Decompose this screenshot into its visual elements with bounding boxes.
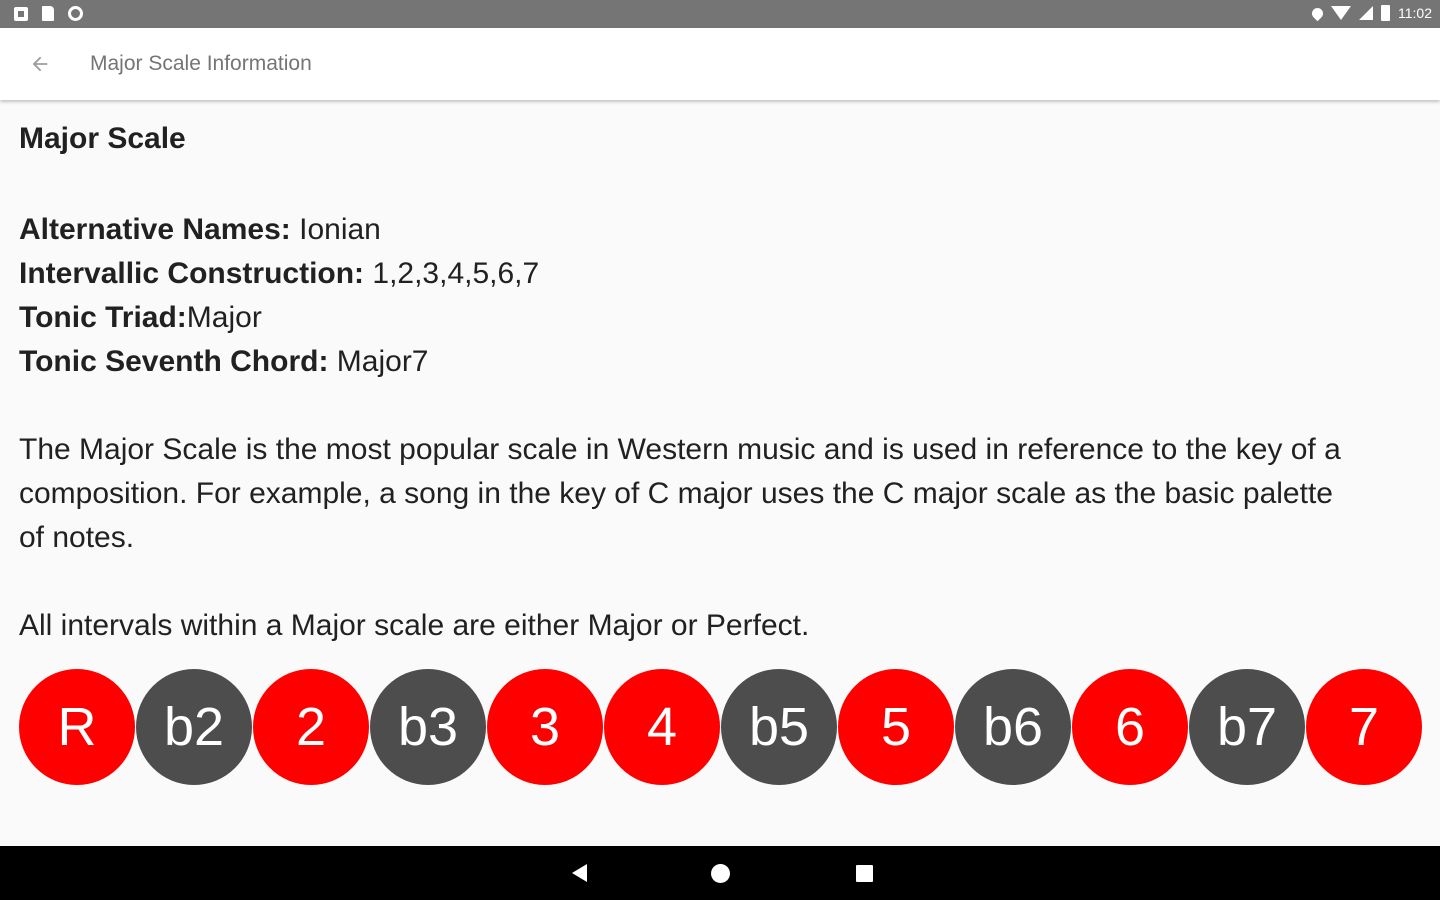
status-left-icons: [14, 6, 83, 21]
interval-circle[interactable]: 7: [1306, 669, 1422, 785]
scale-description: The Major Scale is the most popular scal…: [19, 433, 1341, 554]
location-icon: [1309, 5, 1326, 21]
property-value: 1,2,3,4,5,6,7: [364, 257, 540, 290]
sd-card-icon: [42, 6, 54, 21]
property-value: Major7: [328, 345, 429, 378]
scale-note: All intervals within a Major scale are e…: [19, 609, 810, 642]
property-alternative-names: Alternative Names: Ionian: [19, 210, 539, 254]
interval-circle[interactable]: 5: [838, 669, 954, 785]
nav-back-icon: [571, 864, 587, 882]
property-label: Alternative Names:: [19, 213, 291, 246]
status-time: 11:02: [1398, 5, 1432, 21]
page-title: Major Scale Information: [90, 52, 312, 75]
nav-home-icon: [710, 863, 730, 883]
signal-icon: [1359, 6, 1373, 20]
sync-circle-icon: [68, 6, 83, 21]
nav-recents-icon: [855, 864, 873, 882]
nav-home-button[interactable]: [707, 860, 733, 886]
property-value: Major: [186, 301, 262, 334]
interval-circle[interactable]: b3: [370, 669, 486, 785]
status-bar: 11:02: [0, 0, 1440, 28]
interval-circle[interactable]: 4: [604, 669, 720, 785]
interval-circle[interactable]: b7: [1189, 669, 1305, 785]
property-label: Tonic Triad:: [19, 301, 187, 334]
navigation-bar: [0, 846, 1440, 900]
nav-back-button[interactable]: [566, 860, 592, 886]
arrow-left-icon: [32, 56, 48, 72]
wifi-icon: [1331, 6, 1351, 20]
nav-recents-button[interactable]: [851, 860, 877, 886]
back-button[interactable]: [22, 46, 58, 82]
app-bar: Major Scale Information: [0, 28, 1440, 100]
battery-icon: [1381, 5, 1390, 21]
interval-circle[interactable]: b2: [136, 669, 252, 785]
interval-circle[interactable]: 3: [487, 669, 603, 785]
status-right-icons: 11:02: [1309, 5, 1432, 21]
interval-circle[interactable]: R: [19, 669, 135, 785]
interval-circle[interactable]: b6: [955, 669, 1071, 785]
property-intervallic-construction: Intervallic Construction: 1,2,3,4,5,6,7: [19, 254, 539, 298]
interval-circle[interactable]: 2: [253, 669, 369, 785]
property-value: Ionian: [290, 213, 381, 246]
property-tonic-seventh-chord: Tonic Seventh Chord: Major7: [19, 342, 539, 386]
interval-circles: R b2 2 b3 3 4 b5 5 b6 6 b7 7: [19, 669, 1424, 785]
scale-heading: Major Scale: [19, 122, 186, 155]
property-label: Intervallic Construction:: [19, 257, 365, 290]
property-tonic-triad: Tonic Triad:Major: [19, 298, 539, 342]
interval-circle[interactable]: b5: [721, 669, 837, 785]
property-label: Tonic Seventh Chord:: [19, 345, 329, 378]
interval-circle[interactable]: 6: [1072, 669, 1188, 785]
scale-properties: Alternative Names: Ionian Intervallic Co…: [19, 210, 539, 386]
notification-square-icon: [14, 6, 28, 21]
